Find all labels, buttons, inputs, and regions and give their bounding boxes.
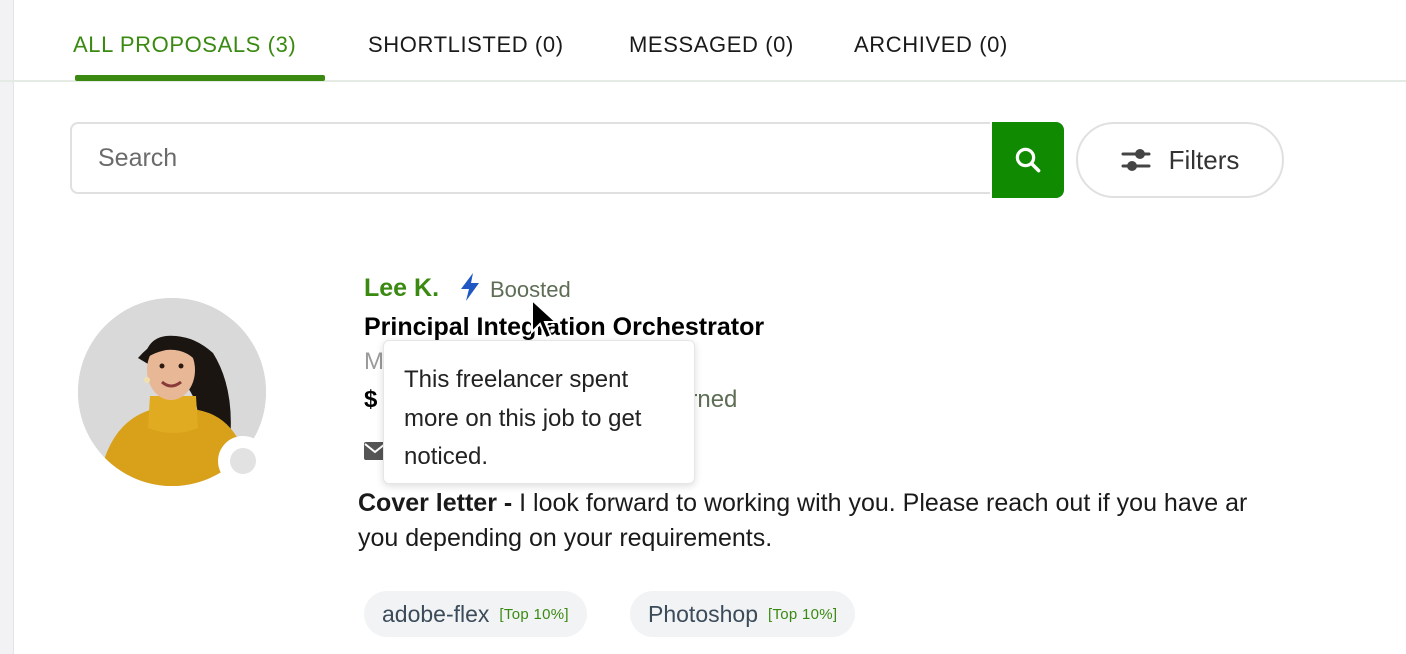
cover-letter: Cover letter - I look forward to working…: [358, 486, 1406, 556]
proposal-tabs: ALL PROPOSALS (3) SHORTLISTED (0) MESSAG…: [0, 0, 1406, 82]
cover-letter-text-line2: you depending on your requirements.: [358, 524, 773, 552]
tab-messaged[interactable]: MESSAGED (0): [629, 32, 794, 58]
cover-letter-label: Cover letter -: [358, 489, 513, 517]
lightning-bolt-icon: [461, 273, 479, 301]
search-icon: [1015, 147, 1041, 173]
location-text: M: [364, 348, 384, 375]
active-tab-indicator: [75, 75, 325, 81]
skill-tag-adobe-flex[interactable]: adobe-flex [Top 10%]: [364, 591, 587, 637]
boosted-tooltip: This freelancer spent more on this job t…: [383, 340, 695, 484]
skill-badge: [Top 10%]: [767, 605, 838, 623]
tab-all-proposals[interactable]: ALL PROPOSALS (3): [73, 32, 296, 58]
tab-shortlisted[interactable]: SHORTLISTED (0): [368, 32, 564, 58]
status-dot: [230, 448, 256, 474]
tab-archived[interactable]: ARCHIVED (0): [854, 32, 1008, 58]
search-input[interactable]: [70, 122, 990, 194]
search-button[interactable]: [992, 122, 1064, 198]
cover-letter-text-line1: I look forward to working with you. Plea…: [512, 489, 1248, 517]
skill-tag-photoshop[interactable]: Photoshop [Top 10%]: [630, 591, 856, 637]
freelancer-name[interactable]: Lee K.: [364, 274, 439, 303]
search-bar: [70, 122, 1064, 198]
mouse-cursor-icon: [531, 298, 559, 340]
filters-button[interactable]: Filters: [1076, 122, 1284, 198]
skill-name: Photoshop: [648, 600, 758, 627]
skill-name: adobe-flex: [382, 600, 490, 627]
proposal-title: Principal Integration Orchestrator: [364, 313, 765, 341]
online-status-indicator: [218, 436, 268, 486]
left-rail: [0, 0, 14, 654]
sliders-icon: [1121, 149, 1151, 171]
skill-badge: [Top 10%]: [499, 605, 569, 623]
filters-label: Filters: [1168, 144, 1240, 175]
rate-text: $: [364, 386, 378, 413]
